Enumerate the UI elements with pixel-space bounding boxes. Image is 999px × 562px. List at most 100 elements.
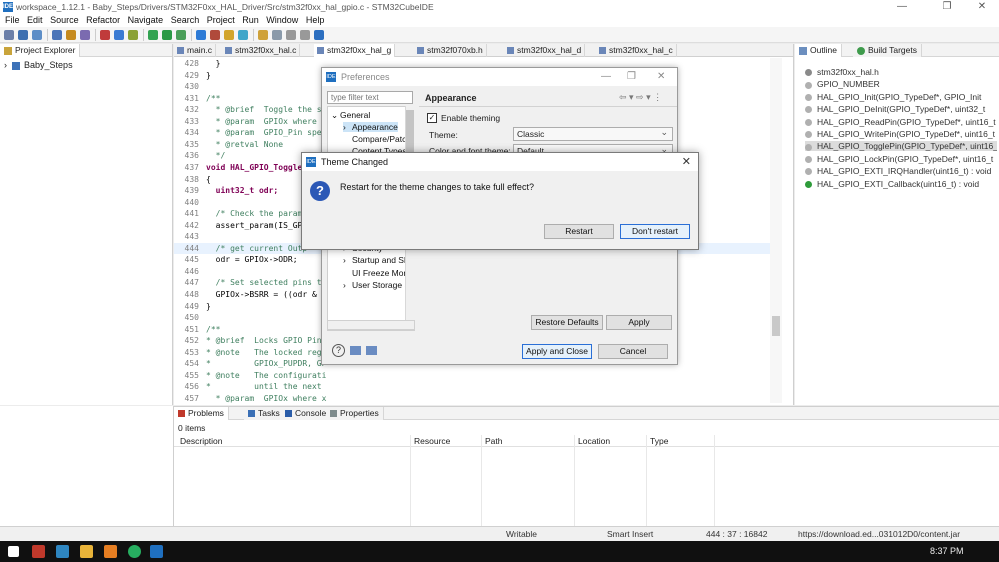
- editor-scrollbar[interactable]: [770, 58, 782, 403]
- restart-button[interactable]: Restart: [544, 224, 614, 239]
- outline-item[interactable]: HAL_GPIO_ReadPin(GPIO_TypeDef*, uint16_t: [805, 117, 997, 127]
- apply-button[interactable]: Apply: [606, 315, 672, 330]
- code-line[interactable]: 455 * @note The configurati: [174, 370, 774, 382]
- outline-item[interactable]: stm32f0xx_hal.h: [805, 67, 997, 77]
- menu-file[interactable]: File: [5, 15, 20, 25]
- taskbar-clock[interactable]: 8:37 PM: [930, 546, 964, 556]
- menu-refactor[interactable]: Refactor: [86, 15, 120, 25]
- menu-run[interactable]: Run: [242, 15, 259, 25]
- minimize-icon[interactable]: —: [601, 71, 611, 82]
- chevron-icon[interactable]: ›: [343, 255, 352, 265]
- save-icon[interactable]: [18, 30, 28, 40]
- settings-icon[interactable]: [80, 30, 90, 40]
- new-class-icon[interactable]: [196, 30, 206, 40]
- tree-item-baby-steps[interactable]: › Baby_Steps: [4, 60, 73, 70]
- outline-item[interactable]: HAL_GPIO_TogglePin(GPIO_TypeDef*, uint16…: [805, 141, 997, 152]
- tab-stm32f0xx-hal-c2[interactable]: stm32f0xx_hal_c: [596, 44, 677, 57]
- tab-main-c[interactable]: main.c: [174, 44, 217, 57]
- tab-tasks[interactable]: Tasks: [244, 407, 285, 420]
- tab-outline[interactable]: Outline: [795, 44, 842, 57]
- export-icon[interactable]: [366, 346, 377, 355]
- pencil-icon[interactable]: [258, 30, 268, 40]
- pref-tree-item[interactable]: › Appearance: [343, 122, 398, 132]
- menu-source[interactable]: Source: [50, 15, 79, 25]
- preferences-filter-input[interactable]: [327, 91, 413, 104]
- run-icon[interactable]: [162, 30, 172, 40]
- maximize-icon[interactable]: ❐: [627, 71, 636, 82]
- help-icon[interactable]: ?: [332, 344, 345, 357]
- outline-item[interactable]: HAL_GPIO_Init(GPIO_TypeDef*, GPIO_Init: [805, 92, 997, 102]
- pref-tree-item[interactable]: Compare/Patch: [343, 134, 411, 144]
- search-icon[interactable]: [224, 30, 234, 40]
- chevron-icon[interactable]: ›: [343, 280, 352, 290]
- close-icon[interactable]: ✕: [657, 71, 665, 82]
- open-type-icon[interactable]: [210, 30, 220, 40]
- forward-icon[interactable]: [300, 30, 310, 40]
- windows-start-icon[interactable]: [8, 546, 19, 557]
- link-icon[interactable]: [128, 30, 138, 40]
- nav-back-forward-icons[interactable]: ⇦ ▾ ⇨ ▾ ⋮: [619, 92, 662, 103]
- debug-icon[interactable]: [148, 30, 158, 40]
- import-icon[interactable]: [350, 346, 361, 355]
- stm32cubeide-taskbar-icon[interactable]: [150, 545, 163, 558]
- info-icon[interactable]: [314, 30, 324, 40]
- theme-select[interactable]: Classic: [513, 126, 673, 141]
- save-all-icon[interactable]: [32, 30, 42, 40]
- tab-console[interactable]: Console: [281, 407, 332, 420]
- editor-scrollbar-thumb[interactable]: [772, 316, 780, 336]
- code-line[interactable]: 457 * @param GPIOx where x: [174, 393, 774, 405]
- tab-project-explorer[interactable]: Project Explorer: [0, 44, 81, 57]
- run-external-icon[interactable]: [176, 30, 186, 40]
- annotation-icon[interactable]: [272, 30, 282, 40]
- new-icon[interactable]: [4, 30, 14, 40]
- menu-search[interactable]: Search: [171, 15, 200, 25]
- back-icon[interactable]: [286, 30, 296, 40]
- restore-defaults-button[interactable]: Restore Defaults: [531, 315, 603, 330]
- outline-item[interactable]: HAL_GPIO_LockPin(GPIO_TypeDef*, uint16_t: [805, 154, 997, 164]
- tree-hscrollbar[interactable]: [327, 320, 415, 330]
- hammer-icon[interactable]: [66, 30, 76, 40]
- close-window-button[interactable]: ✕: [960, 0, 999, 14]
- outline-item[interactable]: HAL_GPIO_EXTI_IRQHandler(uint16_t) : voi…: [805, 166, 997, 176]
- tab-stm32f0xx-hal-c[interactable]: stm32f0xx_hal.c: [222, 44, 301, 57]
- chevron-right-icon[interactable]: ›: [4, 60, 7, 70]
- code-line[interactable]: 456 * until the next: [174, 381, 774, 393]
- outline-item[interactable]: GPIO_NUMBER: [805, 79, 997, 89]
- col-resource[interactable]: Resource: [414, 436, 450, 446]
- build-icon[interactable]: [52, 30, 62, 40]
- close-icon[interactable]: ✕: [682, 155, 691, 168]
- cancel-button[interactable]: Cancel: [598, 344, 668, 359]
- filter-icon[interactable]: [114, 30, 124, 40]
- xbox-icon[interactable]: [128, 545, 141, 558]
- apply-and-close-button[interactable]: Apply and Close: [522, 344, 592, 359]
- col-description[interactable]: Description: [180, 436, 223, 446]
- chevron-icon[interactable]: ⌄: [331, 110, 340, 121]
- enable-theming-checkbox[interactable]: ✓: [427, 113, 437, 123]
- menu-window[interactable]: Window: [266, 15, 298, 25]
- stop-icon[interactable]: [100, 30, 110, 40]
- tab-properties[interactable]: Properties: [326, 407, 384, 420]
- menu-project[interactable]: Project: [207, 15, 235, 25]
- terminal-icon[interactable]: [238, 30, 248, 40]
- dont-restart-button[interactable]: Don't restart: [620, 224, 690, 239]
- tab-problems[interactable]: Problems: [174, 407, 229, 420]
- minimize-button[interactable]: —: [880, 0, 924, 14]
- chevron-icon[interactable]: ›: [343, 122, 352, 132]
- outline-item[interactable]: HAL_GPIO_EXTI_Callback(uint16_t) : void: [805, 179, 997, 189]
- amd-icon[interactable]: [32, 545, 45, 558]
- menu-edit[interactable]: Edit: [27, 15, 43, 25]
- mail-icon[interactable]: [56, 545, 69, 558]
- tab-stm32f0xx-hal-d[interactable]: stm32f0xx_hal_d: [504, 44, 586, 57]
- col-location[interactable]: Location: [578, 436, 610, 446]
- tab-stm32f070xb-h[interactable]: stm32f070xb.h: [414, 44, 487, 57]
- brave-browser-icon[interactable]: [104, 545, 117, 558]
- col-type[interactable]: Type: [650, 436, 668, 446]
- outline-item[interactable]: HAL_GPIO_WritePin(GPIO_TypeDef*, uint16_…: [805, 129, 997, 139]
- file-explorer-icon[interactable]: [80, 545, 93, 558]
- menu-navigate[interactable]: Navigate: [128, 15, 164, 25]
- tab-stm32f0xx-hal-gpio[interactable]: stm32f0xx_hal_g: [314, 44, 396, 57]
- outline-item[interactable]: HAL_GPIO_DeInit(GPIO_TypeDef*, uint32_t: [805, 104, 997, 114]
- menu-help[interactable]: Help: [306, 15, 325, 25]
- pref-tree-item[interactable]: ⌄ General: [331, 110, 370, 121]
- col-path[interactable]: Path: [485, 436, 503, 446]
